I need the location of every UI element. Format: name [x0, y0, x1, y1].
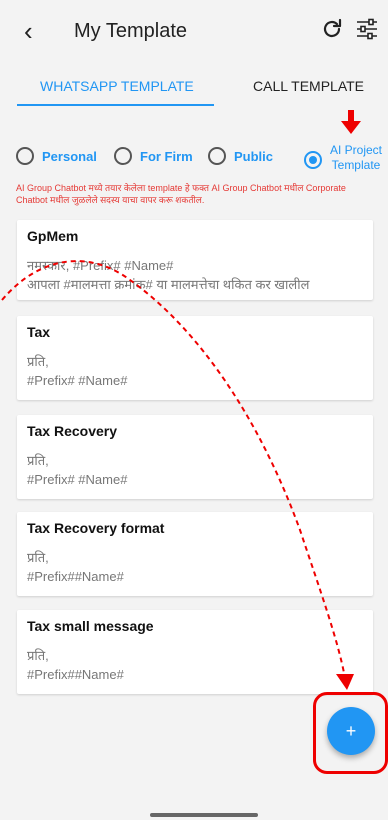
tab-whatsapp-template[interactable]: WHATSAPP TEMPLATE — [40, 78, 194, 94]
template-title: Tax small message — [27, 618, 154, 634]
template-preview: प्रति, #Prefix##Name# — [27, 646, 124, 684]
radio-label-line2: Template — [331, 158, 381, 172]
radio-circle-icon — [16, 147, 34, 165]
radio-label-line1: AI Project — [329, 143, 383, 157]
template-preview: प्रति, #Prefix# #Name# — [27, 352, 127, 390]
template-title: Tax — [27, 324, 51, 340]
template-card-tax-recovery[interactable]: Tax Recovery प्रति, #Prefix# #Name# — [17, 415, 373, 499]
radio-for-firm[interactable]: For Firm — [114, 147, 193, 165]
template-type-radio-group: Personal For Firm Public AI Project Templ… — [0, 138, 388, 174]
radio-label: Personal — [42, 148, 97, 164]
radio-label: Public — [234, 148, 274, 164]
system-nav-bar — [0, 800, 388, 820]
home-gesture-handle[interactable] — [150, 813, 258, 817]
template-preview-line: #Prefix# #Name# — [27, 472, 128, 487]
template-preview-line: #Prefix##Name# — [27, 569, 124, 584]
template-card-gpmem[interactable]: GpMem नमस्कार, #Prefix# #Name# आपला #माल… — [17, 220, 373, 300]
chevron-left-icon[interactable]: ‹ — [24, 18, 33, 44]
radio-label: AI Project Template — [328, 143, 384, 173]
radio-circle-icon — [114, 147, 132, 165]
annotation-arrow-down-icon — [341, 110, 361, 134]
sliders-icon[interactable] — [356, 18, 378, 45]
page-title: My Template — [74, 20, 188, 42]
template-preview: प्रति, #Prefix##Name# — [27, 548, 124, 586]
refresh-icon[interactable] — [320, 17, 344, 46]
template-card-tax-small-message[interactable]: Tax small message प्रति, #Prefix##Name# — [17, 610, 373, 694]
template-preview-line: आपला #मालमत्ता क्रमांक# या मालमत्तेचा थक… — [27, 277, 310, 292]
template-preview-line: प्रति, — [27, 550, 49, 565]
ai-template-notice: AI Group Chatbot मध्ये तयार केलेला templ… — [16, 183, 346, 205]
template-preview-line: #Prefix# #Name# — [27, 373, 128, 388]
template-title: Tax Recovery — [27, 423, 118, 439]
template-card-tax-recovery-format[interactable]: Tax Recovery format प्रति, #Prefix##Name… — [17, 512, 373, 596]
radio-personal[interactable]: Personal — [16, 147, 97, 165]
template-title: GpMem — [27, 228, 79, 244]
template-title: Tax Recovery format — [27, 520, 165, 536]
active-tab-indicator — [17, 104, 214, 106]
template-preview-line: प्रति, — [27, 648, 49, 663]
template-preview: नमस्कार, #Prefix# #Name# आपला #मालमत्ता … — [27, 256, 309, 294]
template-preview: प्रति, #Prefix# #Name# — [27, 451, 127, 489]
template-tabs: WHATSAPP TEMPLATE CALL TEMPLATE — [0, 64, 388, 112]
app-header: ‹ My Template — [0, 0, 388, 64]
template-preview-line: नमस्कार, #Prefix# #Name# — [27, 258, 174, 273]
radio-public[interactable]: Public — [208, 147, 273, 165]
add-template-button[interactable]: + — [327, 707, 375, 755]
template-preview-line: #Prefix##Name# — [27, 667, 124, 682]
template-preview-line: प्रति, — [27, 354, 49, 369]
plus-icon: + — [345, 720, 357, 741]
radio-selected-icon — [304, 151, 322, 169]
radio-ai-project-template[interactable]: AI Project Template — [304, 143, 384, 173]
radio-label: For Firm — [140, 148, 193, 164]
template-preview-line: प्रति, — [27, 453, 49, 468]
radio-circle-icon — [208, 147, 226, 165]
tab-call-template[interactable]: CALL TEMPLATE — [253, 78, 364, 94]
template-card-tax[interactable]: Tax प्रति, #Prefix# #Name# — [17, 316, 373, 400]
